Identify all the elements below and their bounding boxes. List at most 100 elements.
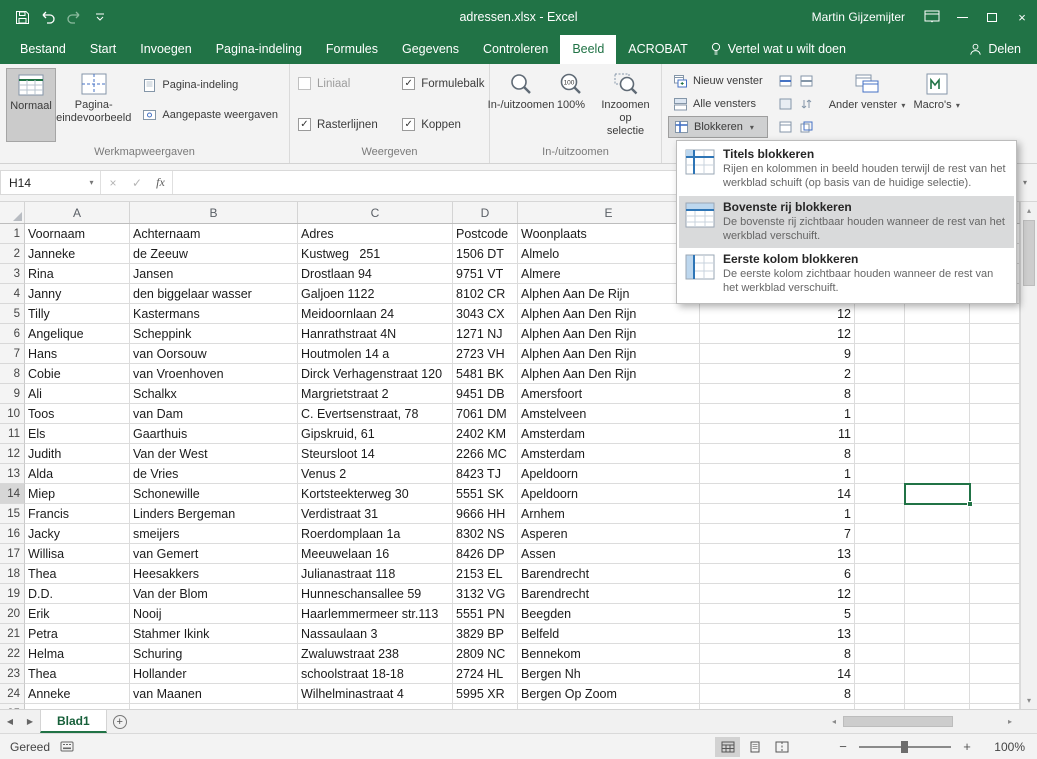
formula-bar-expand-icon[interactable]: ▾ (1015, 178, 1035, 187)
menu-item-bovenste-rij-blokkeren[interactable]: Bovenste rij blokkerenDe bovenste rij zi… (679, 196, 1014, 249)
cell-E19[interactable]: Barendrecht (518, 584, 700, 604)
cell-I6[interactable] (970, 324, 1020, 344)
column-header-c[interactable]: C (298, 202, 453, 223)
tab-acrobat[interactable]: ACROBAT (616, 35, 700, 64)
cell-C1[interactable]: Adres (298, 224, 453, 244)
cell-A21[interactable]: Petra (25, 624, 130, 644)
cell-A10[interactable]: Toos (25, 404, 130, 424)
cell-B20[interactable]: Nooij (130, 604, 298, 624)
cell-I25[interactable] (970, 704, 1020, 709)
row-header-7[interactable]: 7 (0, 344, 25, 364)
row-header-3[interactable]: 3 (0, 264, 25, 284)
row-header-24[interactable]: 24 (0, 684, 25, 704)
cell-B14[interactable]: Schonewille (130, 484, 298, 504)
cell-E17[interactable]: Assen (518, 544, 700, 564)
tab-invoegen[interactable]: Invoegen (128, 35, 203, 64)
minimize-button[interactable] (947, 0, 977, 34)
cell-B13[interactable]: de Vries (130, 464, 298, 484)
cell-I15[interactable] (970, 504, 1020, 524)
cell-F13[interactable]: 1 (700, 464, 855, 484)
maximize-button[interactable] (977, 0, 1007, 34)
add-sheet-button[interactable]: + (107, 710, 133, 733)
cell-I7[interactable] (970, 344, 1020, 364)
cell-H10[interactable] (905, 404, 970, 424)
sheet-nav-right-icon[interactable]: ▶ (20, 710, 40, 733)
row-header-23[interactable]: 23 (0, 664, 25, 684)
cell-A23[interactable]: Thea (25, 664, 130, 684)
cell-E25[interactable] (518, 704, 700, 709)
cell-D22[interactable]: 2809 NC (453, 644, 518, 664)
column-header-e[interactable]: E (518, 202, 700, 223)
cell-C20[interactable]: Haarlemmermeer str.113 (298, 604, 453, 624)
row-header-8[interactable]: 8 (0, 364, 25, 384)
cell-E20[interactable]: Beegden (518, 604, 700, 624)
cell-D16[interactable]: 8302 NS (453, 524, 518, 544)
row-header-20[interactable]: 20 (0, 604, 25, 624)
row-header-13[interactable]: 13 (0, 464, 25, 484)
cell-C9[interactable]: Margrietstraat 2 (298, 384, 453, 404)
cell-E2[interactable]: Almelo (518, 244, 700, 264)
cell-A8[interactable]: Cobie (25, 364, 130, 384)
cell-G19[interactable] (855, 584, 905, 604)
normal-view-button[interactable] (715, 737, 740, 757)
cell-H15[interactable] (905, 504, 970, 524)
liniaal-checkbox[interactable]: Liniaal (298, 77, 382, 90)
cell-E18[interactable]: Barendrecht (518, 564, 700, 584)
cell-D13[interactable]: 8423 TJ (453, 464, 518, 484)
cell-H7[interactable] (905, 344, 970, 364)
share-button[interactable]: Delen (953, 35, 1037, 64)
cell-E11[interactable]: Amsterdam (518, 424, 700, 444)
cell-D10[interactable]: 7061 DM (453, 404, 518, 424)
zoom-slider-thumb[interactable] (901, 741, 908, 753)
customize-toolbar-button[interactable] (88, 5, 112, 29)
pagina-indeling-button[interactable]: Pagina-indeling (137, 74, 283, 96)
cell-B12[interactable]: Van der West (130, 444, 298, 464)
record-macro-icon[interactable] (60, 741, 74, 752)
row-header-1[interactable]: 1 (0, 224, 25, 244)
row-header-21[interactable]: 21 (0, 624, 25, 644)
cell-A22[interactable]: Helma (25, 644, 130, 664)
cell-H6[interactable] (905, 324, 970, 344)
cell-G18[interactable] (855, 564, 905, 584)
cell-D21[interactable]: 3829 BP (453, 624, 518, 644)
row-header-9[interactable]: 9 (0, 384, 25, 404)
cell-I23[interactable] (970, 664, 1020, 684)
cell-C16[interactable]: Roerdomplaan 1a (298, 524, 453, 544)
cell-D5[interactable]: 3043 CX (453, 304, 518, 324)
cell-B10[interactable]: van Dam (130, 404, 298, 424)
cell-C17[interactable]: Meeuwelaan 16 (298, 544, 453, 564)
cell-D6[interactable]: 1271 NJ (453, 324, 518, 344)
cell-D11[interactable]: 2402 KM (453, 424, 518, 444)
name-box-caret-icon[interactable]: ▾ (83, 171, 101, 194)
cell-C5[interactable]: Meidoornlaan 24 (298, 304, 453, 324)
cell-A25[interactable] (25, 704, 130, 709)
cell-E7[interactable]: Alphen Aan Den Rijn (518, 344, 700, 364)
cell-E24[interactable]: Bergen Op Zoom (518, 684, 700, 704)
tab-pagina-indeling[interactable]: Pagina-indeling (204, 35, 314, 64)
cell-C4[interactable]: Galjoen 1122 (298, 284, 453, 304)
cell-F20[interactable]: 5 (700, 604, 855, 624)
cell-F18[interactable]: 6 (700, 564, 855, 584)
cell-E6[interactable]: Alphen Aan Den Rijn (518, 324, 700, 344)
cell-I8[interactable] (970, 364, 1020, 384)
cell-H18[interactable] (905, 564, 970, 584)
cell-C11[interactable]: Gipskruid, 61 (298, 424, 453, 444)
cell-B4[interactable]: den biggelaar wasser (130, 284, 298, 304)
rasterlijnen-checkbox[interactable]: ✓Rasterlijnen (298, 118, 382, 131)
cell-B18[interactable]: Heesakkers (130, 564, 298, 584)
zoom-slider[interactable] (859, 746, 951, 748)
close-button[interactable]: × (1007, 0, 1037, 34)
cell-G6[interactable] (855, 324, 905, 344)
row-header-18[interactable]: 18 (0, 564, 25, 584)
cell-D7[interactable]: 2723 VH (453, 344, 518, 364)
cell-I11[interactable] (970, 424, 1020, 444)
scroll-right-icon[interactable]: ▸ (1003, 717, 1017, 726)
cell-G15[interactable] (855, 504, 905, 524)
column-header-b[interactable]: B (130, 202, 298, 223)
cell-D8[interactable]: 5481 BK (453, 364, 518, 384)
cell-I9[interactable] (970, 384, 1020, 404)
cell-D18[interactable]: 2153 EL (453, 564, 518, 584)
cell-G23[interactable] (855, 664, 905, 684)
cell-A15[interactable]: Francis (25, 504, 130, 524)
vertical-scrollbar[interactable]: ▴ ▾ (1020, 202, 1037, 709)
